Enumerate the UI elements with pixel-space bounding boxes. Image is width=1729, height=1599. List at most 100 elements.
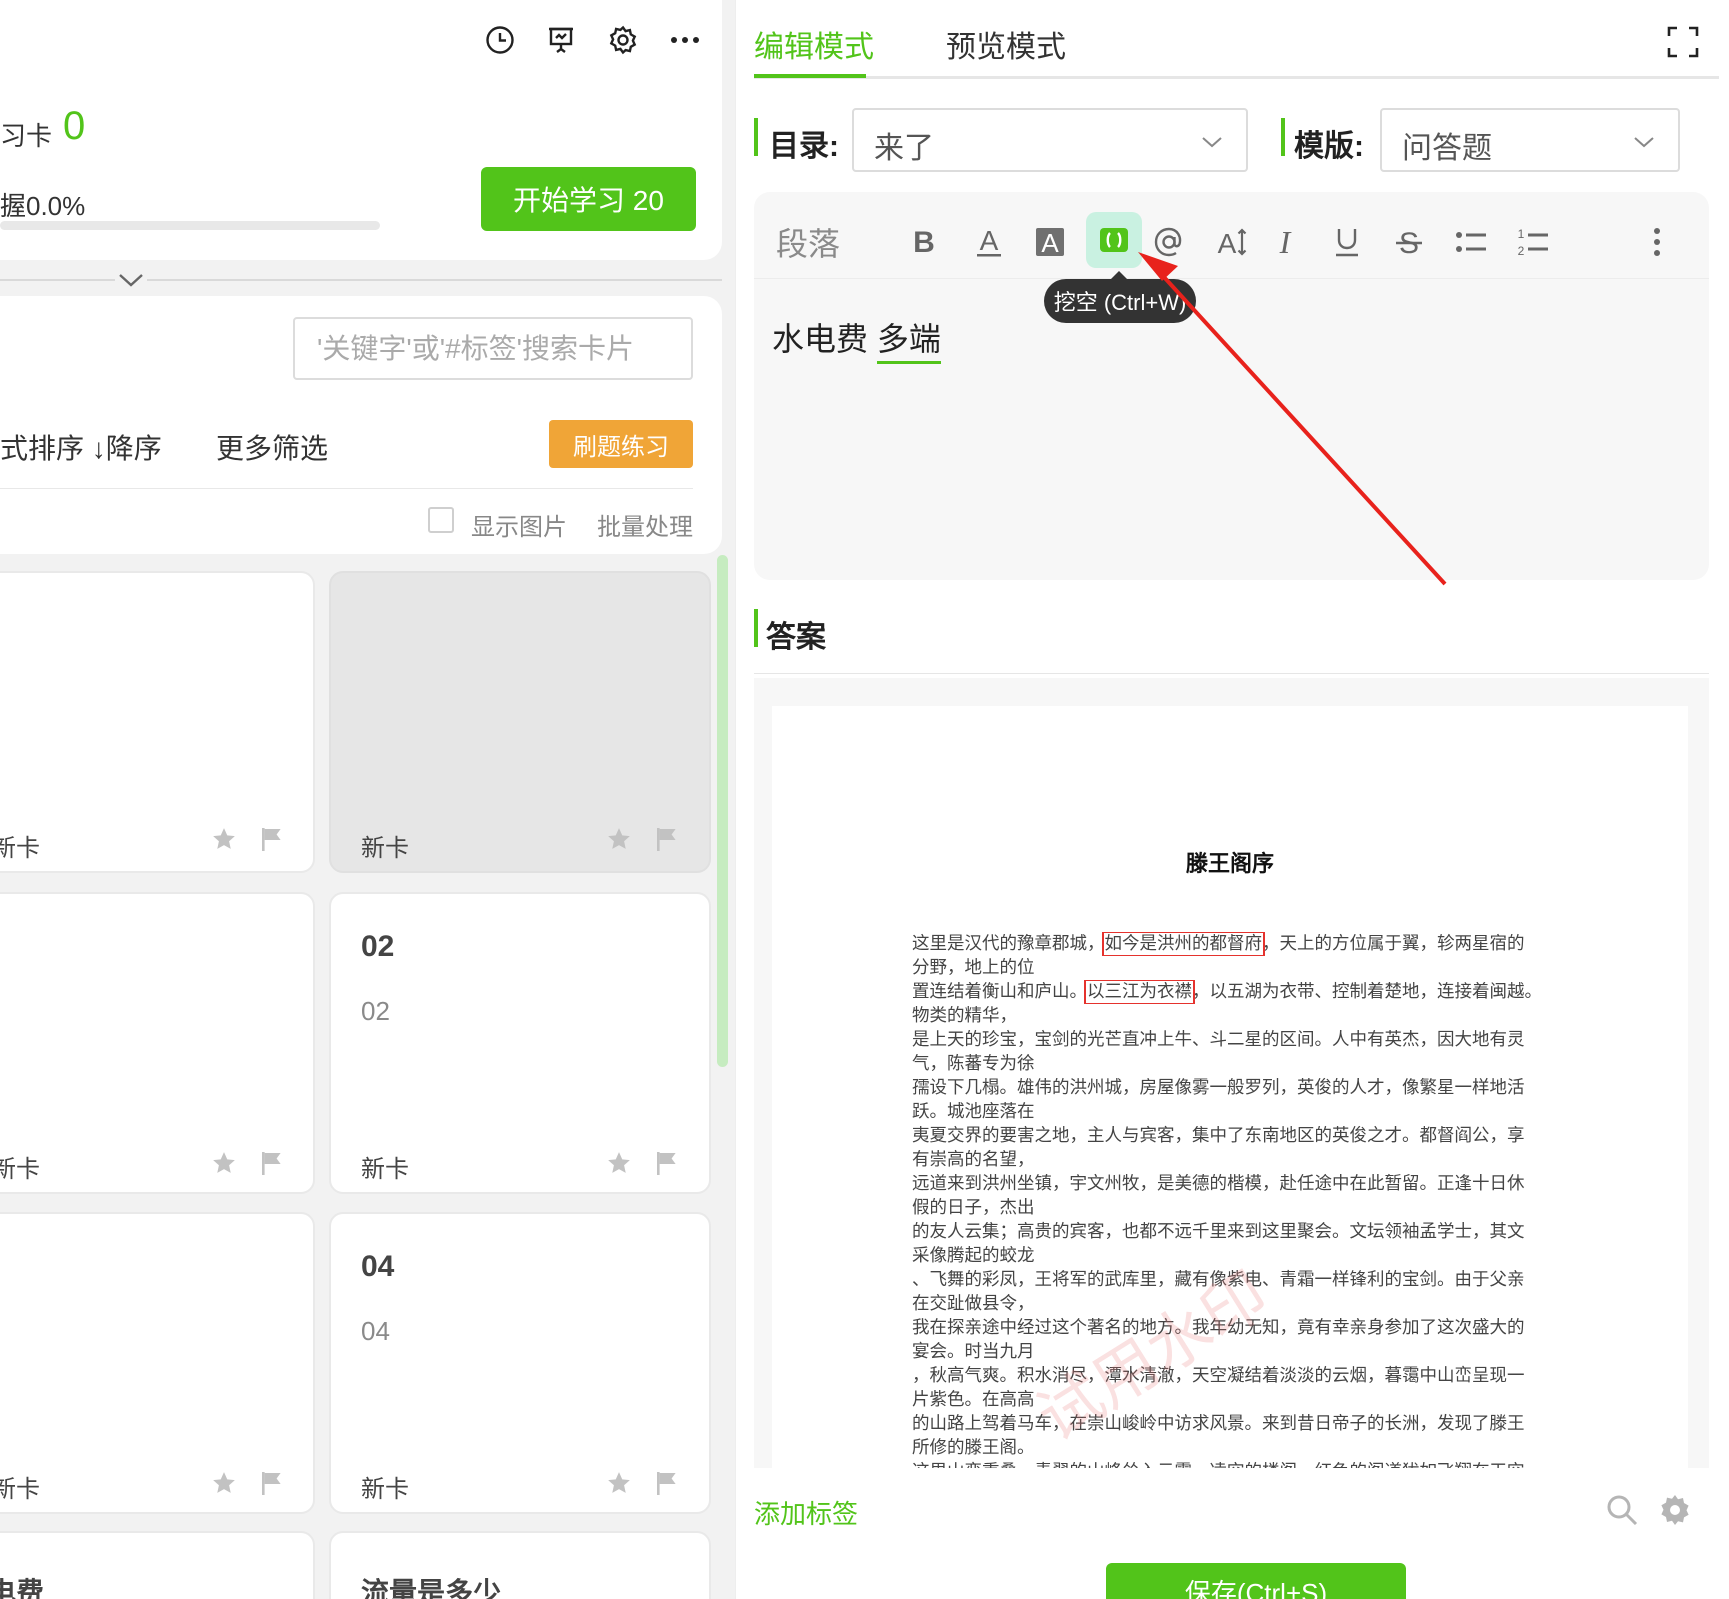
highlighted-phrase: 如今是洪州的都督府 [1101,932,1265,956]
batch-process[interactable]: 批量处理 [597,507,693,542]
template-select[interactable]: 问答题 [1380,108,1680,172]
flag-icon[interactable] [654,1150,678,1176]
search-icon[interactable] [1605,1493,1639,1527]
document-text: 这里是汉代的豫章郡城， [912,934,1105,954]
document-text: 片紫色。在高高 [912,1390,1035,1410]
template-label: 模版: [1294,130,1364,163]
cloze-icon[interactable] [1086,212,1142,268]
card-item[interactable]: 新卡 [0,892,315,1194]
document-line: 远道来到洪州坐镇，宇文州牧，是美德的楷模，赴任途中在此暂留。正逢十日休 [912,1172,1554,1196]
document-text: 物类的精华， [912,1006,1017,1026]
highlight-icon[interactable]: A [1027,220,1073,264]
collapse-toggle[interactable] [0,270,722,290]
underline-icon[interactable] [1324,220,1370,264]
answer-editor[interactable]: 滕王阁序 这里是汉代的豫章郡城，如今是洪州的都督府，天上的方位属于翼，轸两星宿的… [754,678,1709,1468]
card-search-box[interactable] [293,317,693,380]
document-text: ，秋高气爽。积水消尽，潭水清澈，天空凝结着淡淡的云烟，暮霭中山峦呈现一 [912,1366,1525,1386]
cloze-text[interactable]: 多端 [876,321,941,364]
template-value: 问答题 [1402,132,1492,165]
more-filter[interactable]: 更多筛选 [216,427,328,467]
save-button[interactable]: 保存(Ctrl+S) [1106,1563,1406,1599]
paragraph-dropdown[interactable]: 段落 [776,220,840,264]
scrollbar-thumb[interactable] [717,555,728,1067]
document-line: 有崇高的名望， [912,1148,1554,1172]
sort-order[interactable]: 方式排序 ↓降序 [0,427,162,467]
italic-icon[interactable]: I [1262,220,1308,264]
star-icon[interactable] [606,1470,632,1496]
question-content[interactable]: 水电费 多端 [772,314,941,364]
filter-divider [0,488,693,489]
card-title: 水电费 [0,1577,45,1599]
document-line: 的山路上驾着马车，在崇山峻岭中访求风景。来到昔日帝子的长洲，发现了滕王 [912,1412,1554,1436]
question-text: 水电费 [772,321,869,357]
flag-icon[interactable] [259,1470,283,1496]
flag-icon[interactable] [654,1470,678,1496]
svg-text:A: A [1041,228,1059,258]
bullet-list-icon[interactable] [1448,220,1494,264]
more-vertical-icon[interactable] [1640,220,1674,264]
document-text: 远道来到洪州坐镇，宇文州牧，是美德的楷模，赴任途中在此暂留。正逢十日休 [912,1174,1525,1194]
star-icon[interactable] [211,1470,237,1496]
document-line: 物类的精华， [912,1004,1554,1028]
card-item[interactable]: 新卡 [0,1212,315,1514]
presentation-icon[interactable] [541,20,581,60]
card-status: 新卡 [0,1156,40,1183]
show-images-label[interactable]: 显示图片 [471,507,567,542]
show-images-checkbox[interactable] [428,507,454,533]
cloze-tooltip: 挖空 (Ctrl+W) [1044,271,1196,323]
document-line: 的友人云集；高贵的宾客，也都不远千里来到这里聚会。文坛领袖孟学士，其文 [912,1220,1554,1244]
fullscreen-icon[interactable] [1666,25,1700,59]
review-count: 0 [63,104,86,148]
document-text: 这里山峦重叠，青翠的山峰耸入云霄。凌空的楼阁，红色的阁道犹如飞翔在天空 [912,1462,1525,1468]
mention-icon[interactable] [1146,220,1192,264]
document-line: 这里山峦重叠，青翠的山峰耸入云霄。凌空的楼阁，红色的阁道犹如飞翔在天空 [912,1460,1554,1468]
question-editor[interactable]: 段落 B A A A I S 12 挖空 (Ctrl+W) 水电费 多端 [754,192,1709,580]
numbered-list-icon[interactable]: 12 [1510,220,1556,264]
flag-icon[interactable] [259,826,283,852]
card-item[interactable]: 02 02 新卡 [329,892,711,1194]
document-line: 这里是汉代的豫章郡城，如今是洪州的都督府，天上的方位属于翼，轸两星宿的 [912,932,1554,956]
document-line: 孺设下几榻。雄伟的洪州城，房屋像雾一般罗列，英俊的人才，像繁星一样地活 [912,1076,1554,1100]
start-study-button[interactable]: 开始学习 20 [481,167,696,231]
document-text: 假的日子，杰出 [912,1198,1035,1218]
font-size-icon[interactable]: A [1208,220,1254,264]
answer-divider [754,673,1709,674]
star-icon[interactable] [606,1150,632,1176]
flag-icon[interactable] [259,1150,283,1176]
strikethrough-icon[interactable]: S [1386,220,1432,264]
add-tag-link[interactable]: 添加标签 [754,1494,858,1531]
document-line: 是上天的珍宝，宝剑的光芒直冲上牛、斗二星的区间。人中有英杰，因大地有灵 [912,1028,1554,1052]
tab-preview-mode[interactable]: 预览模式 [946,22,1066,66]
tab-edit-mode[interactable]: 编辑模式 [754,22,874,66]
card-status: 新卡 [0,835,40,862]
practice-button[interactable]: 刷题练习 [549,420,693,468]
svg-text:B: B [913,226,935,259]
clock-icon[interactable] [480,20,520,60]
document-text: 所修的滕王阁。 [912,1438,1035,1458]
card-item[interactable]: 04 04 新卡 [329,1212,711,1514]
gear-icon[interactable] [1658,1493,1692,1527]
mastery-text: 掌握0.0% [0,191,86,221]
review-label: 复习卡 [0,121,53,151]
chevron-down-icon[interactable] [115,270,147,290]
card-subtitle: 02 [361,996,390,1026]
document-text: 跃。城池座落在 [912,1102,1035,1122]
more-icon[interactable] [665,20,705,60]
answer-label: 答案 [766,621,826,654]
document-line: ，秋高气爽。积水消尽，潭水清澈，天空凝结着淡淡的云烟，暮霭中山峦呈现一 [912,1364,1554,1388]
flag-icon[interactable] [654,826,678,852]
card-search-input[interactable] [295,319,691,378]
bold-icon[interactable]: B [901,220,947,264]
document-text: 宴会。时当九月 [912,1342,1035,1362]
font-color-icon[interactable]: A [966,220,1012,264]
gear-icon[interactable] [603,20,643,60]
star-icon[interactable] [606,826,632,852]
document-text: ，以五湖为衣带、控制着楚地，连接着闽越。 [1192,982,1542,1002]
star-icon[interactable] [211,1150,237,1176]
svg-text:2: 2 [1518,244,1525,258]
active-tab-indicator [754,74,866,78]
directory-select[interactable]: 来了 [852,108,1248,172]
card-item[interactable]: 流量是多少 [329,1531,711,1599]
card-item[interactable]: 水电费 [0,1531,315,1599]
star-icon[interactable] [211,826,237,852]
